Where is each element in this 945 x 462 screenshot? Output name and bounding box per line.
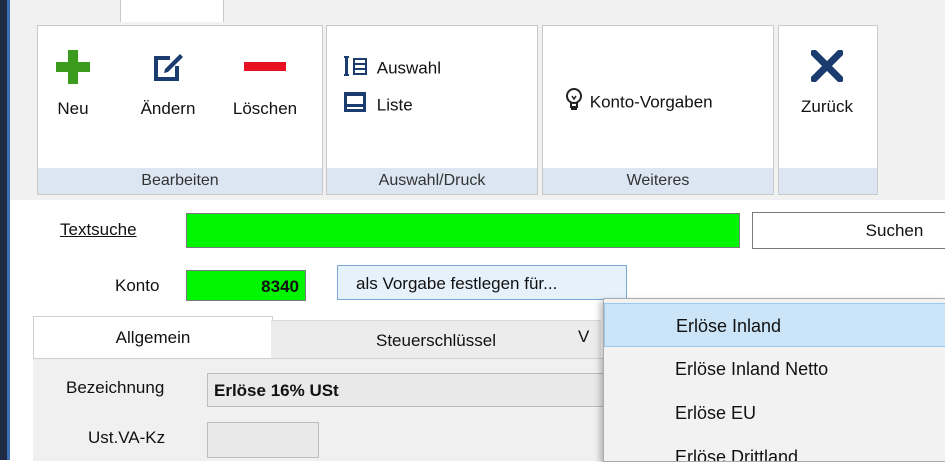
dropdown-menu: Erlöse Inland Erlöse Inland Netto Erlöse… — [603, 298, 945, 462]
konto-vorgaben-label: Konto-Vorgaben — [589, 92, 713, 112]
edit-button[interactable]: Ändern — [130, 50, 206, 119]
set-default-button[interactable]: als Vorgabe festlegen für... — [337, 265, 627, 300]
delete-button[interactable]: Löschen — [224, 50, 306, 119]
konto-label: Konto — [115, 276, 160, 295]
menu-item-erloese-inland[interactable]: Erlöse Inland — [604, 303, 945, 347]
edit-label: Ändern — [140, 99, 196, 118]
liste-label: Liste — [376, 95, 413, 115]
menu-item-erloese-drittland[interactable]: Erlöse Drittland — [604, 435, 945, 461]
search-button-label: Suchen — [865, 221, 924, 240]
back-button[interactable]: Zurück — [791, 48, 863, 117]
tab-steuerschluessel[interactable]: Steuerschlüssel — [271, 320, 601, 359]
minus-icon — [244, 62, 286, 88]
tab-allgemein[interactable]: Allgemein — [33, 316, 273, 359]
menu-item-erloese-inland-netto[interactable]: Erlöse Inland Netto — [604, 347, 945, 391]
printer-icon — [344, 92, 372, 119]
search-label: Textsuche — [60, 220, 137, 240]
auswahl-label: Auswahl — [376, 58, 441, 78]
new-label: Neu — [57, 99, 89, 118]
liste-button[interactable]: Liste — [344, 92, 413, 119]
lightbulb-icon — [563, 88, 585, 117]
auswahl-button[interactable]: Auswahl — [344, 56, 441, 81]
window-left-border — [0, 0, 7, 460]
list-select-icon — [344, 56, 372, 81]
search-input[interactable] — [186, 213, 740, 248]
edit-icon — [151, 54, 185, 88]
konto-vorgaben-button[interactable]: Konto-Vorgaben — [563, 88, 713, 117]
group-zurueck: Zurück — [778, 25, 878, 195]
bezeichnung-label: Bezeichnung — [66, 378, 165, 397]
group-label: Weiteres — [543, 168, 773, 194]
ribbon-tab[interactable] — [120, 0, 224, 22]
menu-item-erloese-eu[interactable]: Erlöse EU — [604, 391, 945, 435]
group-bearbeiten: Neu Ändern Löschen Bearbeiten — [37, 25, 323, 195]
plus-icon — [56, 50, 90, 88]
tab-third[interactable]: V — [578, 327, 589, 347]
group-weiteres: Konto-Vorgaben Weiteres — [542, 25, 774, 195]
search-button[interactable]: Suchen — [752, 212, 945, 249]
group-label: Bearbeiten — [38, 168, 322, 194]
group-auswahl-druck: Auswahl Liste Auswahl/Druck — [326, 25, 538, 195]
close-icon — [809, 48, 845, 86]
group-label — [779, 168, 877, 194]
ustvakz-field[interactable] — [207, 422, 319, 458]
delete-label: Löschen — [232, 99, 298, 118]
group-label: Auswahl/Druck — [327, 168, 537, 194]
bezeichnung-field[interactable]: Erlöse 16% USt — [207, 373, 607, 407]
konto-field[interactable]: 8340 — [186, 270, 306, 301]
search-label-text: Textsuche — [60, 220, 137, 239]
ustvakz-label: Ust.VA-Kz — [88, 428, 166, 447]
back-label: Zurück — [801, 97, 853, 116]
new-button[interactable]: Neu — [52, 50, 94, 119]
